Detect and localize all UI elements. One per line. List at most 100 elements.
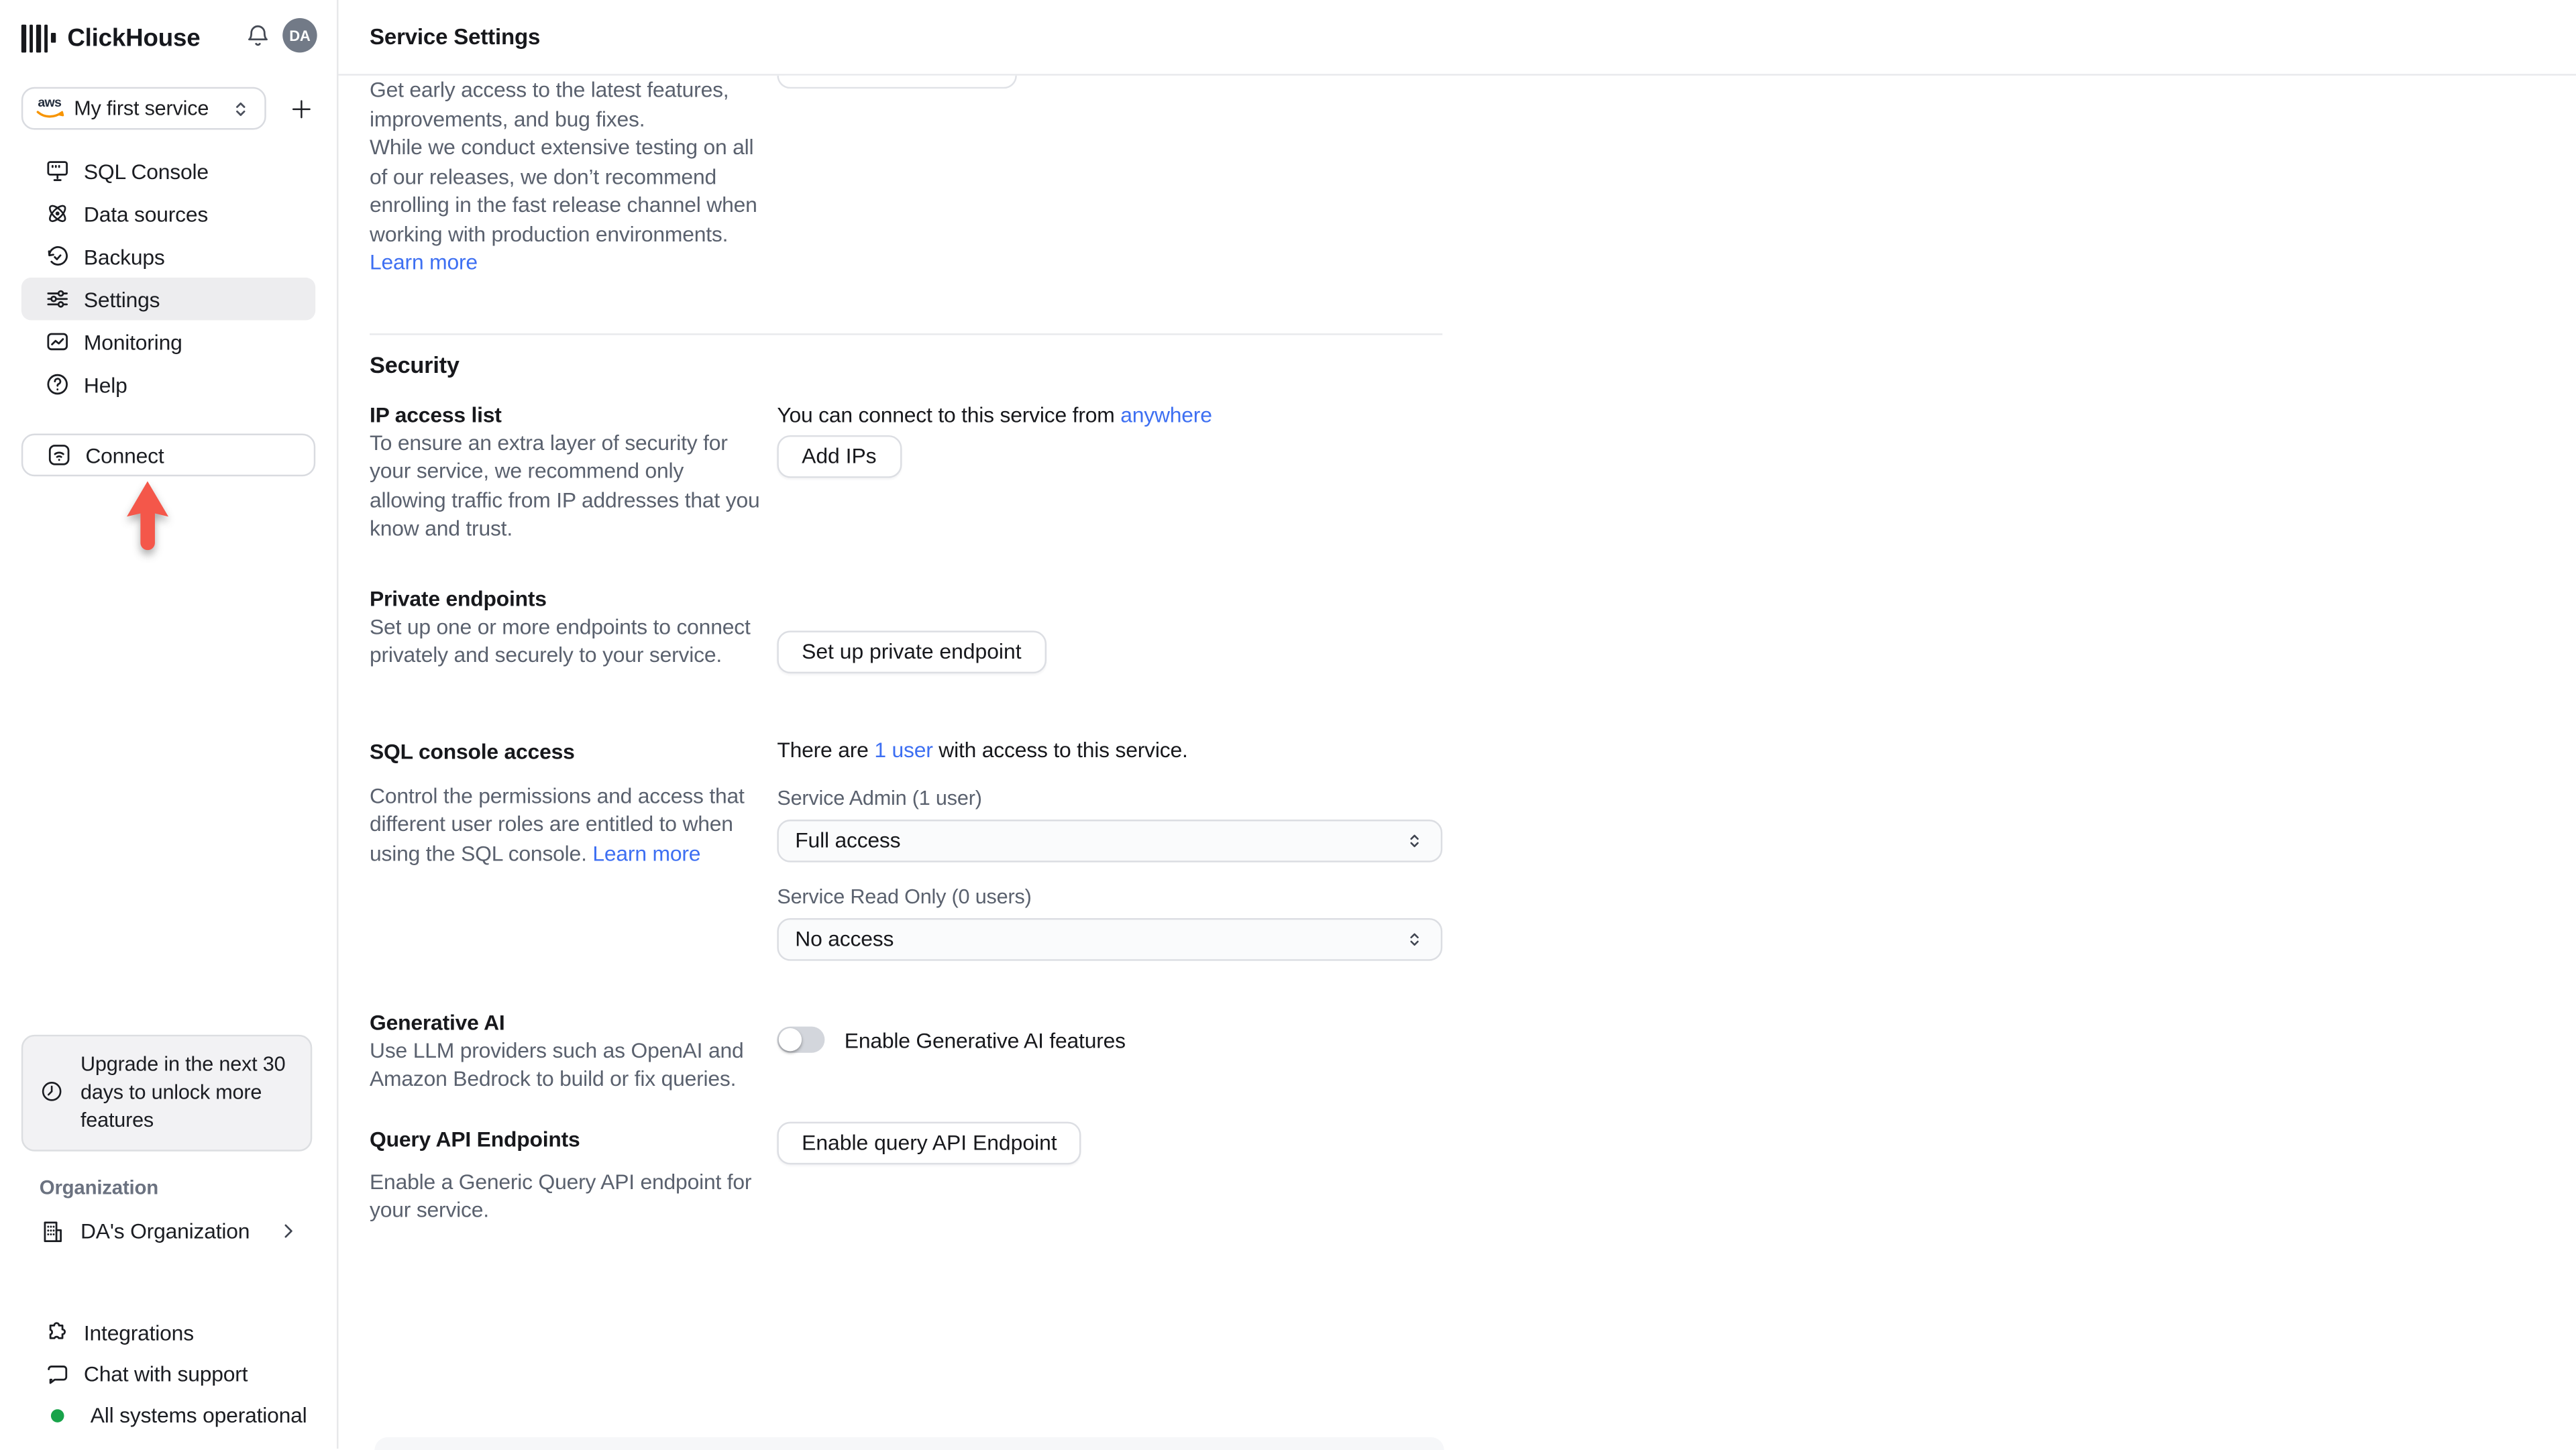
query-api-row: Query API Endpoints Enable a Generic Que…	[370, 1121, 1442, 1224]
service-readonly-value: No access	[795, 926, 894, 951]
anywhere-link[interactable]: anywhere	[1120, 402, 1212, 427]
sql-users-suffix: with access to this service.	[932, 736, 1188, 762]
service-readonly-select[interactable]: No access	[777, 917, 1443, 960]
puzzle-icon	[44, 1320, 70, 1346]
ip-access-desc: To ensure an extra layer of security for…	[370, 429, 760, 541]
enable-query-api-button[interactable]: Enable query API Endpoint	[777, 1121, 1082, 1164]
organization-name: DA's Organization	[80, 1219, 250, 1243]
topbar-actions: DA	[245, 17, 317, 53]
sidebar-item-label: Integrations	[83, 1320, 194, 1345]
release-learn-more-link[interactable]: Learn more	[370, 249, 478, 274]
ip-status-prefix: You can connect to this service from	[777, 401, 1121, 427]
settings-content: Get early access to the latest features,…	[338, 76, 1443, 1225]
generative-ai-toggle-row: Enable Generative AI features	[777, 1025, 1442, 1054]
security-heading: Security	[370, 350, 460, 378]
private-endpoints-heading: Private endpoints	[370, 585, 547, 610]
updown-chevron-icon	[1405, 929, 1424, 948]
service-readonly-label: Service Read Only (0 users)	[777, 884, 1032, 908]
sql-users-line: There are 1 user with access to this ser…	[777, 735, 1442, 763]
generative-ai-toggle[interactable]	[777, 1026, 825, 1053]
release-channel-desc-2-text: While we conduct extensive testing on al…	[370, 134, 757, 246]
private-endpoints-desc: Set up one or more endpoints to connect …	[370, 613, 751, 667]
building-icon	[40, 1218, 66, 1244]
release-channel-desc-1: Get early access to the latest features,…	[370, 77, 729, 131]
monitoring-chart-icon	[44, 329, 70, 355]
generative-ai-heading: Generative AI	[370, 1009, 505, 1034]
one-user-link[interactable]: 1 user	[874, 736, 933, 761]
add-ips-button[interactable]: Add IPs	[777, 434, 902, 478]
clickhouse-logo-icon	[21, 23, 56, 52]
service-selector-row: aws My first service	[21, 87, 317, 130]
help-icon	[44, 371, 70, 397]
updown-chevron-icon	[229, 98, 251, 119]
upgrade-notice-text: Upgrade in the next 30 days to unlock mo…	[80, 1052, 286, 1132]
organization-switcher[interactable]: DA's Organization	[21, 1211, 315, 1251]
sql-console-icon	[44, 158, 70, 184]
clock-icon	[40, 1079, 64, 1104]
status-text: All systems operational	[90, 1402, 307, 1428]
page-title: Service Settings	[370, 24, 541, 50]
release-channel-select-partial[interactable]	[777, 75, 1017, 89]
generative-ai-toggle-label: Enable Generative AI features	[844, 1027, 1126, 1052]
service-admin-select[interactable]: Full access	[777, 818, 1443, 862]
settings-sliders-icon	[44, 286, 70, 312]
add-service-button[interactable]	[285, 92, 317, 125]
connect-button-label: Connect	[85, 443, 164, 467]
sql-console-access-row: SQL console access Control the permissio…	[370, 735, 1443, 960]
chevron-right-icon	[278, 1221, 299, 1242]
sidebar-nav: SQL Console Data sources Backups Setting…	[21, 150, 316, 406]
data-sources-icon	[44, 201, 70, 227]
organization-section-label: Organization	[39, 1176, 159, 1199]
red-arrow-annotation	[127, 481, 169, 551]
clickhouse-cloud-app: ClickHouse DA aws My first service SQL C…	[0, 0, 2576, 1450]
connect-button[interactable]: Connect	[21, 433, 316, 477]
app-title: ClickHouse	[67, 23, 201, 52]
notifications-bell-icon[interactable]	[245, 22, 271, 48]
sidebar-item-settings[interactable]: Settings	[21, 277, 316, 321]
query-api-desc: Enable a Generic Query API endpoint for …	[370, 1168, 752, 1223]
sidebar-item-monitoring[interactable]: Monitoring	[21, 321, 315, 364]
system-status[interactable]: All systems operational	[21, 1394, 315, 1435]
service-admin-value: Full access	[795, 828, 901, 853]
avatar[interactable]: DA	[282, 17, 317, 53]
sql-users-prefix: There are	[777, 736, 875, 762]
sidebar-item-label: Help	[83, 372, 127, 397]
sidebar-item-label: SQL Console	[83, 158, 209, 184]
page-header: Service Settings	[338, 0, 2576, 76]
aws-logo-icon: aws	[36, 95, 64, 119]
sidebar-item-sql-console[interactable]: SQL Console	[21, 150, 315, 192]
upgrade-notice-card[interactable]: Upgrade in the next 30 days to unlock mo…	[21, 1034, 313, 1152]
chat-bubble-icon	[44, 1361, 70, 1387]
sql-access-heading: SQL console access	[370, 738, 575, 763]
service-admin-label: Service Admin (1 user)	[777, 785, 982, 810]
status-dot	[50, 1408, 64, 1422]
generative-ai-row: Generative AI Use LLM providers such as …	[370, 1007, 1442, 1093]
next-section-card-partial	[374, 1437, 1444, 1450]
connect-wifi-icon	[46, 442, 72, 468]
sidebar: ClickHouse DA aws My first service SQL C…	[0, 0, 339, 1449]
sidebar-item-label: Data sources	[83, 201, 209, 226]
service-name: My first service	[74, 97, 209, 120]
updown-chevron-icon	[1405, 830, 1424, 850]
sidebar-item-chat-support[interactable]: Chat with support	[21, 1353, 315, 1394]
ip-access-heading: IP access list	[370, 401, 502, 427]
sidebar-item-label: Backups	[83, 243, 165, 269]
sidebar-item-integrations[interactable]: Integrations	[21, 1313, 315, 1353]
sql-learn-more-link[interactable]: Learn more	[592, 840, 700, 865]
query-api-heading: Query API Endpoints	[370, 1125, 580, 1151]
sidebar-item-help[interactable]: Help	[21, 363, 315, 406]
ip-access-row: IP access list To ensure an extra layer …	[370, 400, 1442, 543]
sidebar-item-label: Monitoring	[83, 329, 182, 354]
section-divider	[370, 332, 1443, 335]
generative-ai-desc: Use LLM providers such as OpenAI and Ama…	[370, 1037, 744, 1091]
backups-icon	[44, 243, 70, 269]
sidebar-item-data-sources[interactable]: Data sources	[21, 192, 315, 235]
service-selector[interactable]: aws My first service	[21, 87, 266, 130]
sidebar-item-label: Chat with support	[83, 1361, 248, 1386]
toggle-knob	[778, 1028, 802, 1052]
sidebar-footer: Integrations Chat with support All syste…	[21, 1313, 315, 1436]
setup-private-endpoint-button[interactable]: Set up private endpoint	[777, 630, 1046, 673]
sidebar-item-backups[interactable]: Backups	[21, 235, 315, 278]
release-channel-desc-2: While we conduct extensive testing on al…	[370, 133, 757, 276]
main-content: Service Settings Get early access to the…	[338, 0, 2576, 1450]
